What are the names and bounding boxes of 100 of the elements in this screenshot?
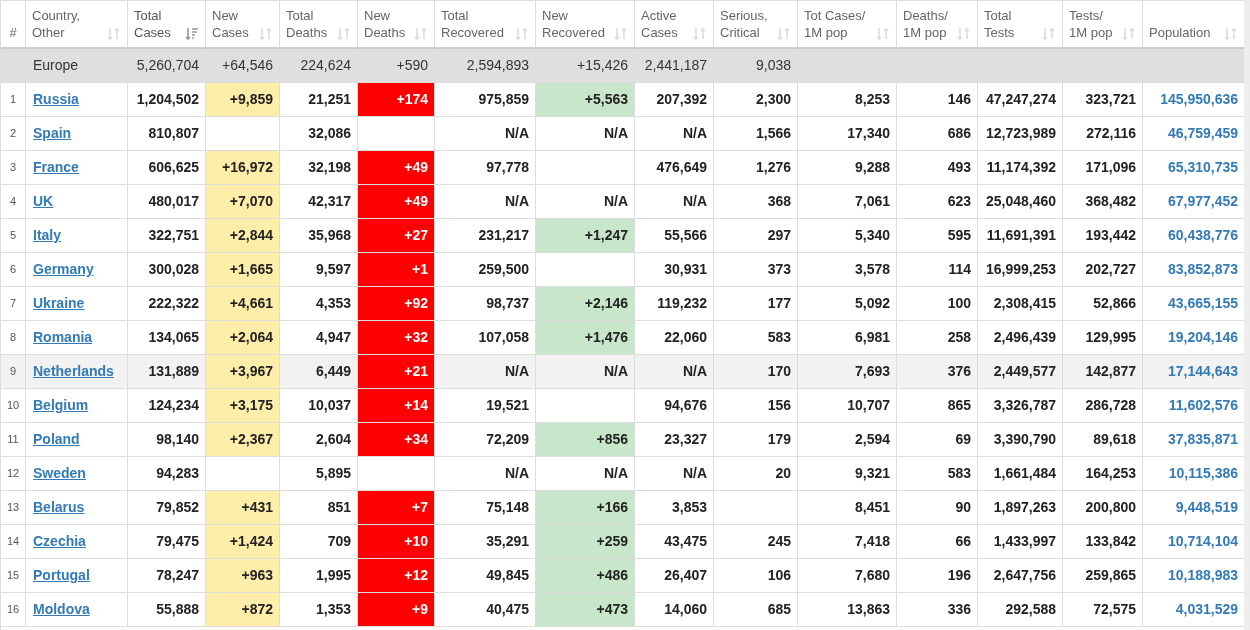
table-cell: +473 [536,593,635,627]
table-cell: +49 [358,151,435,185]
table-cell: +486 [536,559,635,593]
table-cell: +12 [358,559,435,593]
row-number: 16 [1,593,26,627]
table-cell: +32 [358,321,435,355]
table-cell: 685 [714,593,798,627]
country-link[interactable]: France [33,157,79,178]
column-header[interactable]: Tot Cases/ 1M pop [798,1,897,47]
table-cell: +49 [358,185,435,219]
country-link[interactable]: UK [33,191,54,212]
sort-arrows-icon [1042,27,1056,41]
table-cell: +92 [358,287,435,321]
column-header[interactable]: Country, Other [26,1,128,47]
table-cell: +174 [358,83,435,117]
sort-arrows-icon [876,27,890,41]
country-link[interactable]: Poland [33,429,80,450]
table-cell: 14,060 [635,593,714,627]
country-link[interactable]: Italy [33,225,61,246]
scrollbar[interactable] [1244,0,1250,630]
table-cell: +2,844 [206,219,280,253]
table-cell: +9,859 [206,83,280,117]
column-header[interactable]: Tests/ 1M pop [1063,1,1143,47]
column-header[interactable]: New Recovered [536,1,635,47]
table-cell: +431 [206,491,280,525]
column-title: Total Cases [134,7,172,41]
table-cell: 72,575 [1063,593,1143,627]
column-title: Active Cases [641,7,679,41]
sort-arrows-icon [107,27,121,41]
column-title: Population [1149,24,1211,41]
country-link[interactable]: Belarus [33,497,85,518]
table-cell: +2,064 [206,321,280,355]
column-header[interactable]: # [1,1,26,47]
table-cell: +856 [536,423,635,457]
country-link[interactable]: Sweden [33,463,86,484]
sort-arrows-icon [259,27,273,41]
column-header[interactable]: Total Recovered [435,1,536,47]
country-link[interactable]: Romania [33,327,93,348]
table-cell: +7,070 [206,185,280,219]
column-title: Total Deaths [286,7,329,41]
column-title: Serious, Critical [720,7,769,41]
table-cell: +7 [358,491,435,525]
column-header[interactable]: Active Cases [635,1,714,47]
country-link[interactable]: Netherlands [33,361,114,382]
column-title: Tests/ 1M pop [1069,7,1114,41]
sort-arrows-icon [693,27,707,41]
table-cell: +166 [536,491,635,525]
sort-arrows-icon [1122,27,1136,41]
country-link[interactable]: Czechia [33,531,86,552]
table-cell: 292,588 [978,593,1063,627]
sort-arrows-icon [957,27,971,41]
table-cell: +872 [206,593,280,627]
table-cell: +1,424 [206,525,280,559]
table-cell: +34 [358,423,435,457]
column-header[interactable]: New Cases [206,1,280,47]
table-cell: +10 [358,525,435,559]
sort-descending-icon [185,27,199,41]
column-title: New Deaths [364,7,407,41]
country-link[interactable]: Russia [33,89,79,110]
table-cell: +5,563 [536,83,635,117]
column-header[interactable]: Serious, Critical [714,1,798,47]
table-cell: +16,972 [206,151,280,185]
sort-arrows-icon [614,27,628,41]
table-cell: +259 [536,525,635,559]
column-header[interactable]: Deaths/ 1M pop [897,1,978,47]
column-title: Deaths/ 1M pop [903,7,949,41]
table-cell: +9 [358,593,435,627]
sort-arrows-icon [414,27,428,41]
column-title: New Cases [212,7,250,41]
column-header[interactable]: New Deaths [358,1,435,47]
country-link[interactable]: Moldova [33,599,90,620]
sort-arrows-icon [1224,27,1238,41]
table-cell: +14 [358,389,435,423]
table-cell: +1,476 [536,321,635,355]
table-cell: 13,863 [798,593,897,627]
table-cell: +1,247 [536,219,635,253]
table-cell: +3,175 [206,389,280,423]
country-link[interactable]: Ukraine [33,293,85,314]
column-title: New Recovered [542,7,606,41]
column-header[interactable]: Total Tests [978,1,1063,47]
table-cell: +2,146 [536,287,635,321]
sort-arrows-icon [515,27,529,41]
table-cell: +1,665 [206,253,280,287]
table-cell: +21 [358,355,435,389]
column-header[interactable]: Total Deaths [280,1,358,47]
sort-arrows-icon [777,27,791,41]
column-title: Total Tests [984,7,1016,41]
table-cell: +27 [358,219,435,253]
table-cell: +1 [358,253,435,287]
column-title: # [9,24,17,41]
sort-arrows-icon [337,27,351,41]
country-link[interactable]: Portugal [33,565,90,586]
column-title: Total Recovered [441,7,505,41]
table-cell: +2,367 [206,423,280,457]
country-link[interactable]: Germany [33,259,94,280]
country-link[interactable]: Belgium [33,395,89,416]
table-cell: 336 [897,593,978,627]
column-header[interactable]: Total Cases [128,1,206,47]
country-link[interactable]: Spain [33,123,72,144]
column-title: Tot Cases/ 1M pop [804,7,867,41]
